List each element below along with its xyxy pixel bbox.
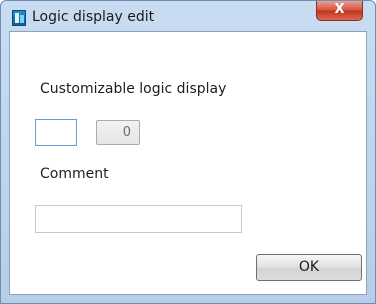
logic-count-field: 0 <box>96 120 140 145</box>
app-icon <box>12 10 26 26</box>
comment-input[interactable] <box>35 205 242 233</box>
window-title: Logic display edit <box>32 9 155 25</box>
close-icon: X <box>334 2 345 17</box>
dialog-content: Customizable logic display 0 Comment OK <box>9 31 367 295</box>
title-bar[interactable]: Logic display edit X <box>1 1 375 31</box>
logic-display-label: Customizable logic display <box>40 81 227 97</box>
logic-display-input[interactable] <box>35 119 77 146</box>
close-button[interactable]: X <box>316 1 363 21</box>
dialog-window: Logic display edit X Customizable logic … <box>0 0 376 304</box>
comment-label: Comment <box>40 166 109 182</box>
ok-button[interactable]: OK <box>256 254 362 281</box>
